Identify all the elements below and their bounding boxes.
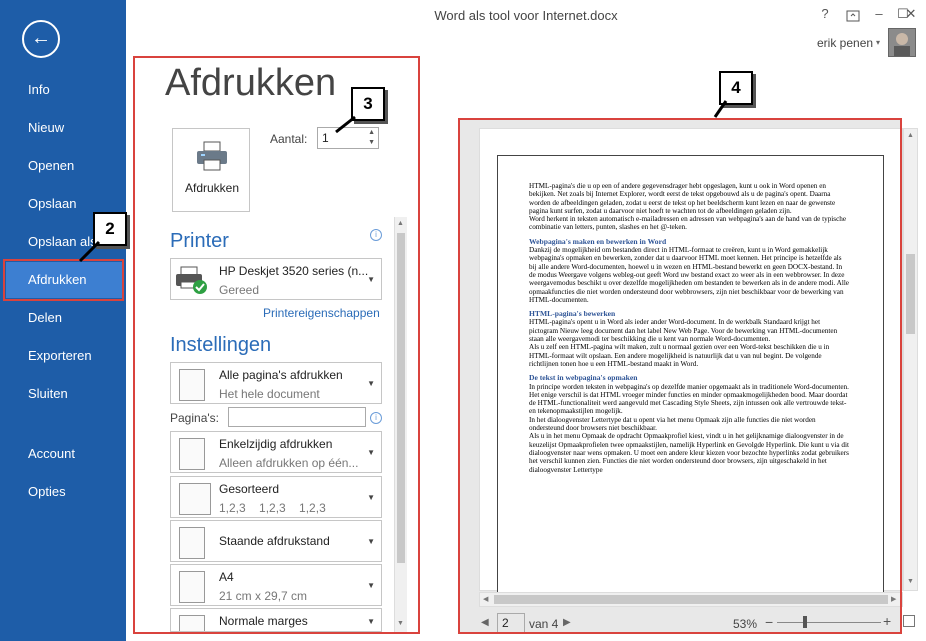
callout-arrow bbox=[335, 115, 356, 134]
callout-arrow bbox=[78, 240, 101, 263]
callout-arrows bbox=[78, 100, 728, 263]
callout-arrow bbox=[713, 100, 728, 118]
